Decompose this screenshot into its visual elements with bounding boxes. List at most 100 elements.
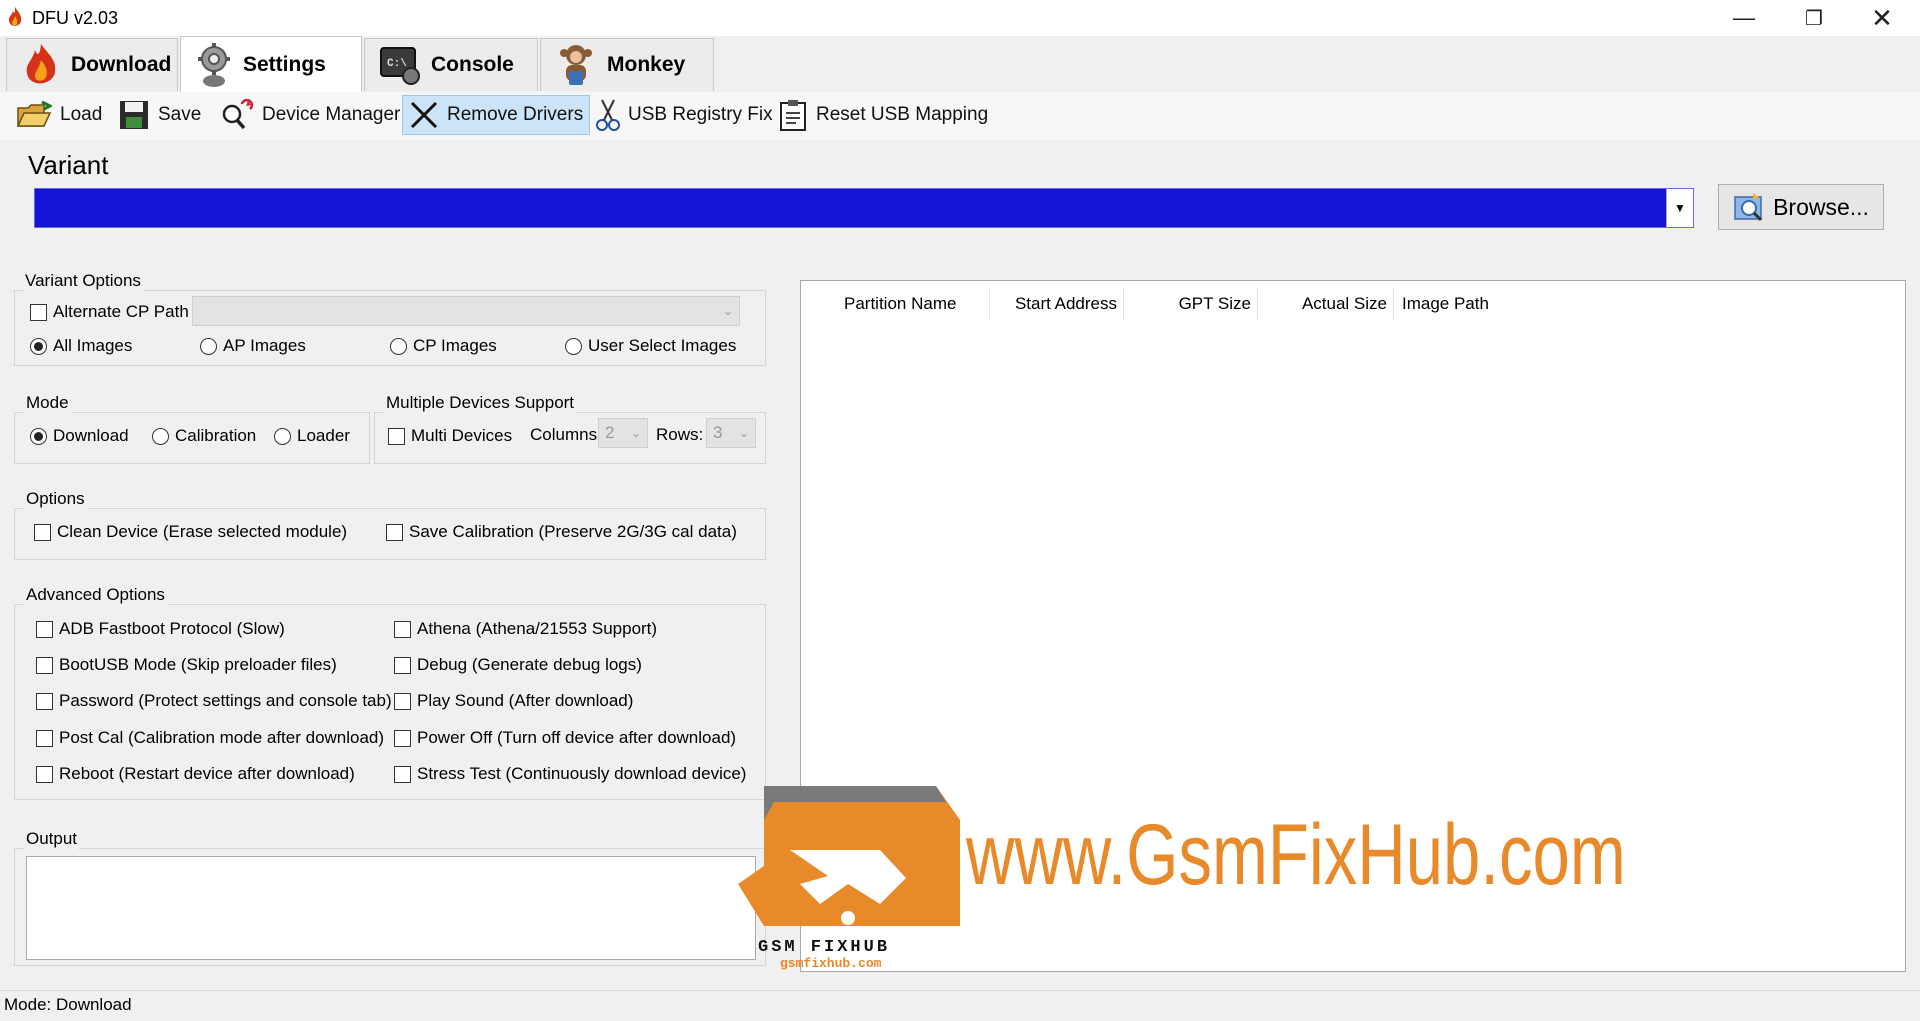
save-calibration-checkbox[interactable]: Save Calibration (Preserve 2G/3G cal dat… xyxy=(386,522,737,542)
play-sound-checkbox[interactable]: Play Sound (After download) xyxy=(394,691,633,711)
mode-calibration-label: Calibration xyxy=(175,426,257,445)
cp-images-radio-dot[interactable] xyxy=(390,337,407,355)
tab-monkey[interactable]: Monkey xyxy=(540,38,714,91)
cp-images-radio[interactable]: CP Images xyxy=(390,336,497,356)
athena-box[interactable] xyxy=(394,620,411,638)
tab-console[interactable]: C:\ Console xyxy=(364,38,538,91)
monkey-icon xyxy=(560,45,592,85)
restore-icon: ❐ xyxy=(1805,7,1823,30)
status-text: Mode: Download xyxy=(4,995,132,1014)
all-images-radio[interactable]: All Images xyxy=(30,336,132,356)
bootusb-mode-checkbox[interactable]: BootUSB Mode (Skip preloader files) xyxy=(36,655,337,675)
save-button[interactable]: Save xyxy=(112,95,207,135)
multi-devices-checkbox[interactable]: Multi Devices xyxy=(388,426,512,446)
adb-fastboot-checkbox[interactable]: ADB Fastboot Protocol (Slow) xyxy=(36,619,285,639)
floppy-disk-icon xyxy=(120,101,148,129)
mode-calibration-radio-dot[interactable] xyxy=(152,427,169,445)
clean-device-checkbox[interactable]: Clean Device (Erase selected module) xyxy=(34,522,347,542)
adb-fastboot-box[interactable] xyxy=(36,620,53,638)
power-off-checkbox[interactable]: Power Off (Turn off device after downloa… xyxy=(394,728,736,748)
alternate-cp-path-checkbox[interactable]: Alternate CP Path xyxy=(30,302,189,322)
status-bar xyxy=(0,990,1920,1021)
user-select-images-radio-dot[interactable] xyxy=(565,337,582,355)
columns-select[interactable]: 2 ⌄ xyxy=(598,418,648,448)
usb-registry-fix-button[interactable]: USB Registry Fix xyxy=(590,95,779,135)
athena-checkbox[interactable]: Athena (Athena/21553 Support) xyxy=(394,619,657,639)
device-manager-button[interactable]: Device Manager xyxy=(214,95,406,135)
column-gpt-size[interactable]: GPT Size xyxy=(1124,288,1258,320)
columns-label: Columns: xyxy=(530,425,602,444)
window-title: DFU v2.03 xyxy=(32,8,119,28)
power-off-label: Power Off (Turn off device after downloa… xyxy=(417,728,737,747)
columns-value: 2 xyxy=(605,423,615,442)
password-box[interactable] xyxy=(36,692,53,710)
chevron-down-icon: ⌄ xyxy=(722,304,733,318)
mode-download-radio-dot[interactable] xyxy=(30,427,47,445)
multi-devices-group-label: Multiple Devices Support xyxy=(384,393,577,413)
variant-select[interactable]: ▼ xyxy=(34,188,1694,228)
alternate-cp-path-label: Alternate CP Path xyxy=(53,302,189,321)
options-label: Options xyxy=(24,489,87,509)
ap-images-label: AP Images xyxy=(223,336,306,355)
reset-usb-mapping-button[interactable]: Reset USB Mapping xyxy=(772,95,994,135)
multi-devices-box[interactable] xyxy=(388,427,405,445)
bootusb-mode-box[interactable] xyxy=(36,656,53,674)
all-images-radio-dot[interactable] xyxy=(30,337,47,355)
column-actual-size[interactable]: Actual Size xyxy=(1258,288,1394,320)
variant-value xyxy=(35,198,41,218)
ap-images-radio-dot[interactable] xyxy=(200,337,217,355)
password-checkbox[interactable]: Password (Protect settings and console t… xyxy=(36,691,392,711)
browse-button[interactable]: Browse... xyxy=(1718,184,1884,230)
tab-console-label: Console xyxy=(431,53,514,76)
clean-device-box[interactable] xyxy=(34,523,51,541)
tab-download[interactable]: Download xyxy=(6,38,178,91)
variant-dropdown-arrow[interactable]: ▼ xyxy=(1666,189,1693,227)
watermark-small-url: gsmfixhub.com xyxy=(780,956,882,971)
alternate-cp-path-box[interactable] xyxy=(30,303,47,321)
save-label: Save xyxy=(158,104,202,125)
mode-loader-radio[interactable]: Loader xyxy=(274,426,350,446)
advanced-options-label: Advanced Options xyxy=(24,585,167,605)
column-partition-name[interactable]: Partition Name xyxy=(838,288,990,320)
athena-label: Athena (Athena/21553 Support) xyxy=(417,619,658,638)
alternate-cp-path-combo[interactable]: ⌄ xyxy=(192,296,740,326)
reboot-label: Reboot (Restart device after download) xyxy=(59,764,355,783)
close-button[interactable]: ✕ xyxy=(1852,0,1912,36)
save-calibration-box[interactable] xyxy=(386,523,403,541)
rows-select[interactable]: 3 ⌄ xyxy=(706,418,756,448)
flame-icon xyxy=(26,44,56,84)
debug-box[interactable] xyxy=(394,656,411,674)
save-calibration-label: Save Calibration (Preserve 2G/3G cal dat… xyxy=(409,522,737,541)
debug-checkbox[interactable]: Debug (Generate debug logs) xyxy=(394,655,642,675)
tab-settings[interactable]: Settings xyxy=(180,36,362,93)
post-cal-checkbox[interactable]: Post Cal (Calibration mode after downloa… xyxy=(36,728,384,748)
cp-images-label: CP Images xyxy=(413,336,497,355)
all-images-label: All Images xyxy=(53,336,133,355)
mode-download-radio[interactable]: Download xyxy=(30,426,129,446)
output-textarea[interactable] xyxy=(26,856,756,960)
post-cal-box[interactable] xyxy=(36,729,53,747)
play-sound-box[interactable] xyxy=(394,692,411,710)
mode-calibration-radio[interactable]: Calibration xyxy=(152,426,256,446)
stress-test-checkbox[interactable]: Stress Test (Continuously download devic… xyxy=(394,764,746,784)
clean-device-label: Clean Device (Erase selected module) xyxy=(57,522,348,541)
mode-label: Mode xyxy=(24,393,71,413)
user-select-images-radio[interactable]: User Select Images xyxy=(565,336,736,356)
password-label: Password (Protect settings and console t… xyxy=(59,691,392,710)
minimize-button[interactable]: — xyxy=(1714,0,1774,36)
power-off-box[interactable] xyxy=(394,729,411,747)
reboot-checkbox[interactable]: Reboot (Restart device after download) xyxy=(36,764,355,784)
mode-loader-radio-dot[interactable] xyxy=(274,427,291,445)
column-image-path[interactable]: Image Path xyxy=(1396,288,1596,320)
x-remove-icon xyxy=(410,101,438,129)
ap-images-radio[interactable]: AP Images xyxy=(200,336,306,356)
stress-test-box[interactable] xyxy=(394,765,411,783)
column-start-address[interactable]: Start Address xyxy=(990,288,1124,320)
load-button[interactable]: Load xyxy=(10,95,108,135)
remove-drivers-button[interactable]: Remove Drivers xyxy=(402,95,591,135)
mode-download-label: Download xyxy=(53,426,129,445)
user-select-images-label: User Select Images xyxy=(588,336,737,355)
reboot-box[interactable] xyxy=(36,765,53,783)
play-sound-label: Play Sound (After download) xyxy=(417,691,634,710)
restore-button[interactable]: ❐ xyxy=(1784,0,1844,36)
